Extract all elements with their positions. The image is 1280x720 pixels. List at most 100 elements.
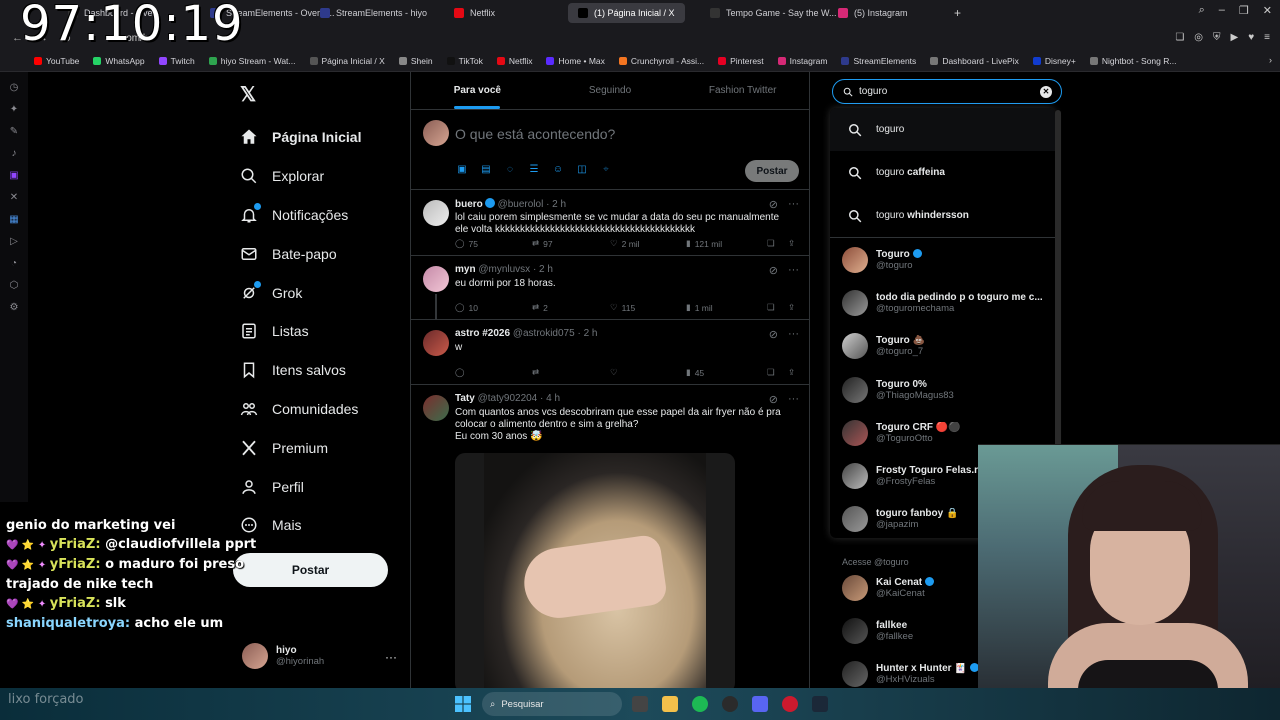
- views-button[interactable]: ▮ 121 mil: [686, 238, 722, 249]
- nav-item-p-gina-inicial[interactable]: Página Inicial: [240, 118, 361, 157]
- tweet-handle[interactable]: @buerolol · 2 h: [498, 199, 567, 210]
- image-icon[interactable]: ▣: [456, 164, 468, 176]
- nav-item-perfil[interactable]: Perfil: [240, 467, 361, 506]
- bookmark-icon[interactable]: ❏: [767, 367, 775, 378]
- search-suggestion[interactable]: toguro whindersson: [830, 194, 1055, 237]
- folder-icon[interactable]: [662, 696, 678, 712]
- spotify-icon[interactable]: [692, 696, 708, 712]
- twitch-icon[interactable]: ▣: [8, 170, 20, 182]
- bookmark-icon[interactable]: ❏: [1175, 32, 1184, 43]
- bookmark-item[interactable]: Pinterest: [718, 56, 764, 66]
- browser-tab[interactable]: Netflix: [444, 3, 505, 23]
- repost-button[interactable]: ⇄: [532, 367, 543, 378]
- bookmark-item[interactable]: Dashboard - LivePix: [930, 56, 1019, 66]
- tweet-handle[interactable]: @taty902204 · 4 h: [478, 393, 560, 404]
- reply-button[interactable]: ◯ 75: [455, 238, 478, 249]
- bookmark-item[interactable]: Netflix: [496, 56, 532, 66]
- user-result[interactable]: Toguro 💩 @toguro_7: [830, 325, 1055, 368]
- steam-icon[interactable]: [812, 696, 828, 712]
- avatar[interactable]: [423, 330, 449, 356]
- nav-item-itens-salvos[interactable]: Itens salvos: [240, 351, 361, 390]
- bookmark-item[interactable]: Disney+: [1032, 56, 1076, 66]
- cube-icon[interactable]: ⬡: [8, 280, 20, 292]
- avatar[interactable]: [423, 266, 449, 292]
- user-result[interactable]: fallkee @fallkee: [830, 609, 990, 652]
- grok-icon[interactable]: ⊘: [769, 328, 778, 341]
- tweet-author[interactable]: buero: [455, 199, 483, 210]
- bookmark-item[interactable]: TikTok: [446, 56, 483, 66]
- music-icon[interactable]: ♪: [8, 148, 20, 160]
- settings-icon[interactable]: ⚙: [8, 302, 20, 314]
- bookmarks-more-icon[interactable]: ›: [1269, 55, 1272, 65]
- account-switcher[interactable]: hiyo @hiyorinah: [242, 643, 324, 669]
- extensions-icon[interactable]: ✦: [8, 104, 20, 116]
- repost-button[interactable]: ⇄ 97: [532, 238, 553, 249]
- bookmark-item[interactable]: Home • Max: [546, 56, 605, 66]
- bookmark-item[interactable]: Twitch: [158, 56, 195, 66]
- bookmark-icon[interactable]: ❏: [767, 302, 775, 313]
- views-button[interactable]: ▮ 45: [686, 367, 704, 378]
- tweet-handle[interactable]: @astrokid075 · 2 h: [513, 328, 598, 339]
- x-icon[interactable]: ✕: [8, 192, 20, 204]
- close-icon[interactable]: ✕: [1263, 4, 1272, 17]
- opera-icon[interactable]: [782, 696, 798, 712]
- bookmark-item[interactable]: Instagram: [777, 56, 827, 66]
- nav-item-listas[interactable]: Listas: [240, 312, 361, 351]
- play-icon[interactable]: ▶: [1231, 32, 1239, 43]
- share-icon[interactable]: ⇪: [788, 367, 795, 378]
- bookmark-item[interactable]: Página Inicial / X: [309, 56, 385, 66]
- like-button[interactable]: ♡ 2 mil: [610, 238, 640, 249]
- avatar[interactable]: [423, 395, 449, 421]
- nav-item-bate-papo[interactable]: Bate-papo: [240, 234, 361, 273]
- user-result[interactable]: Toguro 0% @ThiagoMagus83: [830, 368, 1055, 411]
- browser-tab[interactable]: StreamElements - hiyo: [310, 3, 437, 23]
- play-icon[interactable]: ▷: [8, 236, 20, 248]
- share-icon[interactable]: ⇪: [788, 302, 795, 313]
- tweet[interactable]: myn @mynluvsx · 2 h ⊘ ··· eu dormi por 18 h…: [411, 256, 809, 320]
- like-button[interactable]: ♡: [610, 367, 622, 378]
- browser-tab[interactable]: Tempo Game - Say the W...: [700, 3, 847, 23]
- search-suggestion[interactable]: toguro caffeina: [830, 151, 1055, 194]
- tweet-author[interactable]: myn: [455, 264, 476, 275]
- search-input[interactable]: [859, 86, 1029, 97]
- more-icon[interactable]: ···: [788, 393, 799, 406]
- bookmark-item[interactable]: Shein: [398, 56, 433, 66]
- tweet-author[interactable]: astro #2026: [455, 328, 510, 339]
- views-button[interactable]: ▮ 1 mil: [686, 302, 713, 313]
- obs-icon[interactable]: [722, 696, 738, 712]
- compose-post-button[interactable]: Postar: [745, 160, 799, 182]
- timeline-tab[interactable]: Seguindo: [544, 72, 677, 109]
- bookmark-item[interactable]: Crunchyroll - Assi...: [618, 56, 704, 66]
- search-suggestion[interactable]: toguro: [830, 108, 1055, 151]
- nav-item-premium[interactable]: Premium: [240, 428, 361, 467]
- schedule-icon[interactable]: ◫: [576, 164, 588, 176]
- user-result[interactable]: Kai Cenat @KaiCenat: [830, 566, 990, 609]
- composer-input[interactable]: O que está acontecendo?: [455, 126, 615, 142]
- history-icon[interactable]: ◷: [8, 82, 20, 94]
- reply-button[interactable]: ◯ 10: [455, 302, 478, 313]
- nav-item-comunidades[interactable]: Comunidades: [240, 390, 361, 429]
- gif-icon[interactable]: ▤: [480, 164, 492, 176]
- share-icon[interactable]: ⇪: [788, 238, 795, 249]
- like-button[interactable]: ♡ 115: [610, 302, 635, 313]
- grok-icon[interactable]: ⊘: [769, 264, 778, 277]
- timeline-tab[interactable]: Fashion Twitter: [676, 72, 809, 109]
- discord-icon[interactable]: [752, 696, 768, 712]
- grok-icon[interactable]: ◌: [504, 164, 516, 176]
- nav-item-grok[interactable]: Grok: [240, 273, 361, 312]
- user-result[interactable]: Toguro @toguro: [830, 238, 1055, 281]
- browser-tab[interactable]: (1) Página Inicial / X: [568, 3, 685, 23]
- bookmark-item[interactable]: Nightbot - Song R...: [1089, 56, 1176, 66]
- camera-icon[interactable]: ◎: [1194, 32, 1203, 43]
- menu-icon[interactable]: ≡: [1264, 32, 1270, 43]
- more-icon[interactable]: ···: [788, 198, 799, 211]
- timeline-tab[interactable]: Para você: [411, 72, 544, 109]
- windows-start-icon[interactable]: [455, 696, 471, 712]
- bookmark-item[interactable]: YouTube: [34, 56, 79, 66]
- grok-icon[interactable]: ⊘: [769, 393, 778, 406]
- emoji-icon[interactable]: ☺: [552, 164, 564, 176]
- grok-icon[interactable]: ⊘: [769, 198, 778, 211]
- pen-icon[interactable]: ✎: [8, 126, 20, 138]
- nav-item-notifica-es[interactable]: Notificações: [240, 196, 361, 235]
- files-icon[interactable]: [632, 696, 648, 712]
